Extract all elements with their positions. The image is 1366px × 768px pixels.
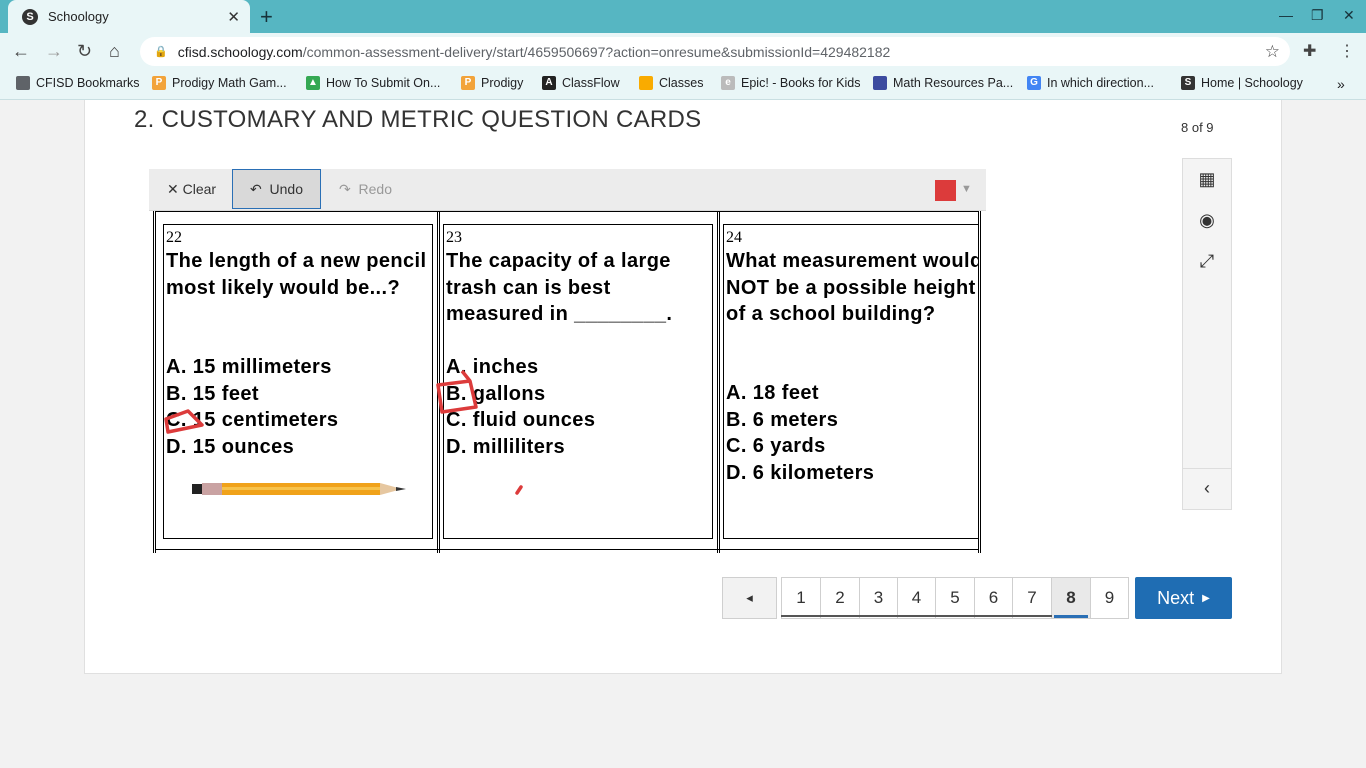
minimize-icon[interactable]: —	[1279, 7, 1293, 23]
forward-icon[interactable]: →	[45, 41, 63, 62]
page-icon	[873, 76, 887, 90]
annotation-stroke	[515, 485, 523, 495]
chevron-down-icon[interactable]: ▼	[961, 183, 972, 195]
pen-color-swatch[interactable]	[935, 180, 956, 201]
prodigy-icon: P	[152, 76, 166, 90]
bookmark-item[interactable]: ▲ How To Submit On...	[306, 76, 440, 90]
bookmark-item[interactable]: P Prodigy Math Gam...	[152, 76, 287, 90]
page-button-5[interactable]: 5	[936, 577, 975, 619]
redo-icon: ↷	[339, 180, 359, 197]
calendar-icon[interactable]: ▦	[1183, 169, 1231, 190]
next-button[interactable]: Next ▶	[1135, 577, 1232, 619]
accessibility-icon[interactable]: ◉	[1183, 210, 1231, 231]
clear-icon: ✕	[167, 180, 183, 197]
clear-button[interactable]: ✕ Clear	[167, 169, 216, 209]
classflow-icon: A	[542, 76, 556, 90]
bookmark-item[interactable]: P Prodigy	[461, 76, 523, 90]
caret-left-icon: ◂	[746, 590, 753, 605]
collapse-chevron-icon[interactable]: ‹	[1183, 478, 1231, 499]
undo-button[interactable]: ↶ Undo	[232, 169, 321, 209]
page-progress-bar	[781, 615, 1052, 617]
undo-icon: ↶	[250, 180, 270, 197]
tab-title: Schoology	[48, 9, 109, 24]
page-button-7[interactable]: 7	[1013, 577, 1052, 619]
page-button-4[interactable]: 4	[898, 577, 936, 619]
bookmark-item[interactable]: S Home | Schoology	[1181, 76, 1303, 90]
extensions-icon[interactable]: ✚	[1303, 41, 1316, 61]
restore-icon[interactable]: ❐	[1311, 7, 1324, 24]
bookmark-item[interactable]: Classes	[639, 76, 703, 90]
classroom-icon	[639, 76, 653, 90]
caret-right-icon: ▶	[1202, 592, 1210, 604]
question-counter: 8 of 9	[1181, 105, 1220, 147]
menu-icon[interactable]: ⋮	[1339, 41, 1355, 61]
new-tab-icon[interactable]: +	[260, 4, 273, 30]
schoology-favicon-icon: S	[22, 8, 38, 25]
prodigy-icon: P	[461, 76, 475, 90]
prev-page-button[interactable]: ◂	[722, 577, 777, 619]
page-button-8[interactable]: 8	[1052, 577, 1091, 619]
pagination: ◂ 1 2 3 4 5 6 7 8 9	[722, 577, 1129, 619]
browser-tab-strip: S Schoology ✕ + — ❐ ✕	[0, 0, 1366, 33]
question-title: 2. CUSTOMARY AND METRIC QUESTION CARDS	[134, 106, 702, 133]
back-icon[interactable]: ←	[12, 41, 30, 62]
bookmark-item[interactable]: A ClassFlow	[542, 76, 620, 90]
close-tab-icon[interactable]: ✕	[227, 8, 240, 26]
page-button-9[interactable]: 9	[1091, 577, 1129, 619]
page-button-3[interactable]: 3	[860, 577, 898, 619]
lock-icon: 🔒	[154, 46, 168, 58]
more-bookmarks-icon[interactable]: »	[1337, 76, 1345, 92]
bookmark-item[interactable]: e Epic! - Books for Kids	[721, 76, 861, 90]
bookmark-item[interactable]: CFISD Bookmarks	[16, 76, 140, 90]
page-button-1[interactable]: 1	[781, 577, 821, 619]
redo-button[interactable]: ↷ Redo	[339, 169, 392, 209]
bookmark-item[interactable]: G In which direction...	[1027, 76, 1154, 90]
drawing-annotations	[164, 369, 523, 495]
drawing-toolbar: ✕ Clear ↶ Undo ↷ Redo ▼	[149, 169, 986, 211]
folder-icon	[16, 76, 30, 90]
browser-tab[interactable]: S Schoology ✕	[8, 0, 250, 33]
annotation-stroke	[436, 369, 478, 414]
page-button-6[interactable]: 6	[975, 577, 1013, 619]
page-button-2[interactable]: 2	[821, 577, 860, 619]
drive-icon: ▲	[306, 76, 320, 90]
google-icon: G	[1027, 76, 1041, 90]
close-window-icon[interactable]: ✕	[1343, 7, 1355, 24]
bookmark-item[interactable]: Math Resources Pa...	[873, 76, 1013, 90]
star-icon[interactable]: ☆	[1265, 42, 1280, 62]
annotation-stroke	[164, 409, 204, 434]
url-path: /common-assessment-delivery/start/465950…	[302, 43, 891, 60]
bookmarks-bar: CFISD Bookmarks P Prodigy Math Gam... ▲ Ho…	[0, 70, 1366, 100]
epic-icon: e	[721, 76, 735, 90]
url-host: cfisd.schoology.com	[177, 43, 303, 60]
address-bar[interactable]: 🔒 cfisd.schoology.com/common-assessment-…	[140, 37, 1290, 66]
side-tools-panel: ▦ ◉ ⤢ ‹	[1182, 158, 1232, 510]
question-card-grid: 22 The length of a new pencil most likel…	[153, 211, 981, 553]
browser-toolbar: ← → ↻ ⌂ 🔒 cfisd.schoology.com/common-ass…	[0, 33, 1366, 70]
reload-icon[interactable]: ↻	[77, 41, 92, 62]
home-icon[interactable]: ⌂	[109, 41, 120, 62]
fullscreen-icon[interactable]: ⤢	[1183, 251, 1231, 272]
schoology-icon: S	[1181, 76, 1195, 90]
